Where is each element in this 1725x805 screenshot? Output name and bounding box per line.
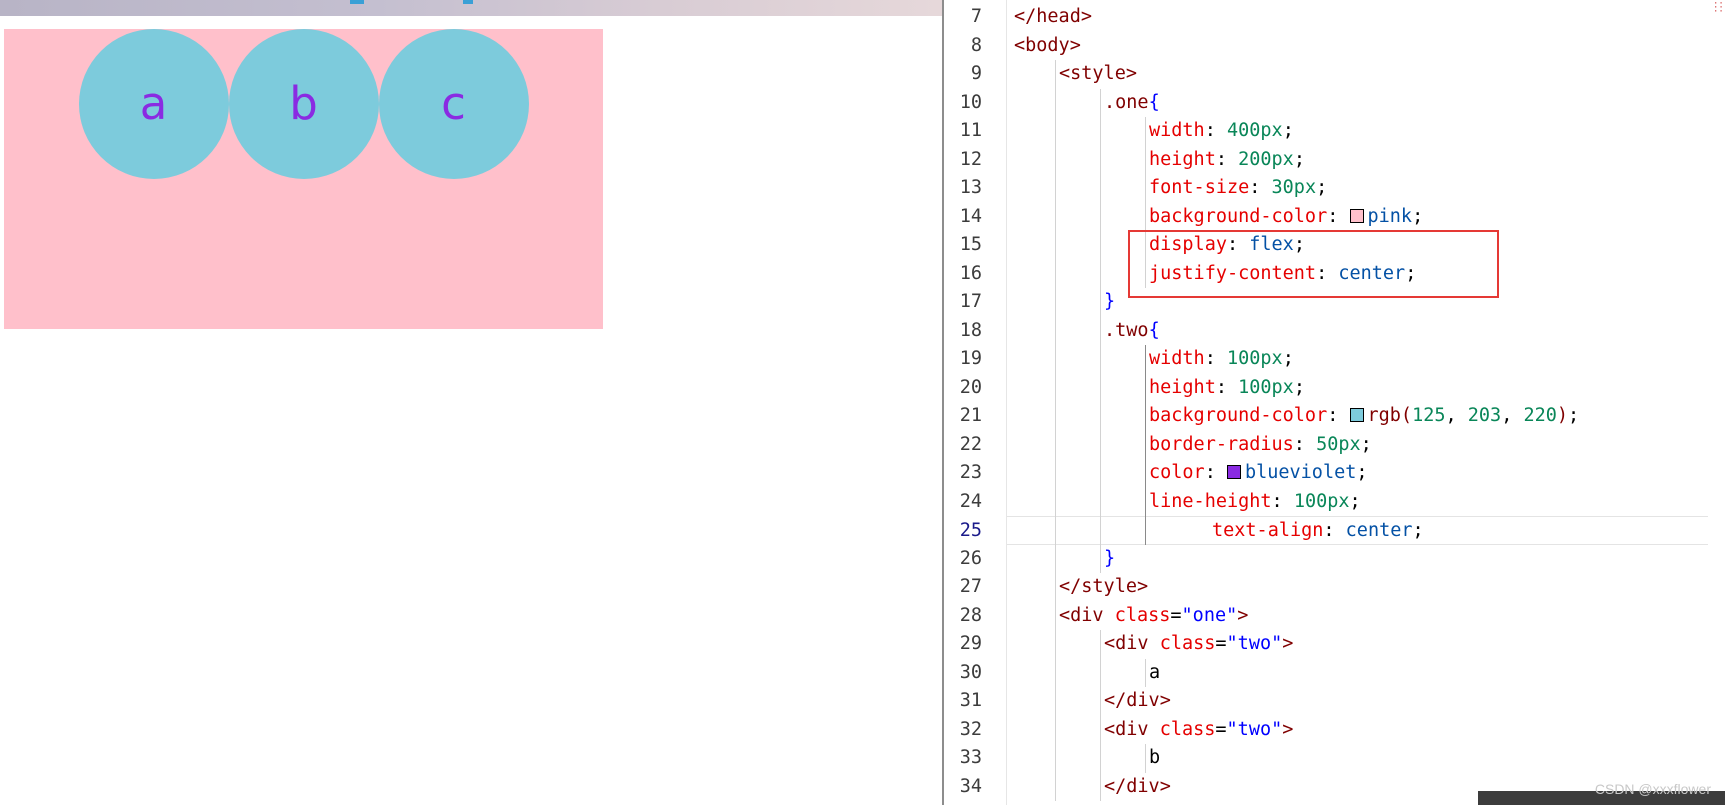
indent-guide (1100, 88, 1101, 573)
code-line[interactable]: 33 b (944, 744, 1725, 773)
highlight-annotation-box (1128, 230, 1499, 298)
color-swatch-icon[interactable] (1349, 208, 1364, 223)
circle-item: c (378, 29, 529, 179)
line-number: 32 (959, 718, 982, 740)
line-number: 21 (959, 405, 982, 426)
line-number: 33 (959, 747, 982, 768)
code-text: width: 400px; (1149, 120, 1294, 141)
code-text: } (1104, 291, 1116, 312)
circle-item: a (78, 29, 229, 179)
code-text: </style> (1059, 576, 1149, 597)
indent-guide (1055, 60, 1056, 801)
code-text: </div> (1104, 775, 1171, 797)
indent-guide (1145, 345, 1146, 545)
line-number: 24 (959, 490, 982, 512)
code-text: .two{ (1104, 319, 1160, 341)
line-number: 29 (959, 633, 982, 654)
code-line[interactable]: 25 text-align: center; (960, 516, 1708, 545)
tab-fragment (350, 0, 364, 4)
code-line[interactable]: 19 width: 100px; (944, 345, 1725, 374)
code-text: <style> (1059, 63, 1137, 84)
code-line[interactable]: 10 .one{ (944, 89, 1725, 118)
watermark: CSDN @xxxflower (1594, 781, 1711, 797)
code-text: background-color: pink; (1149, 205, 1424, 227)
code-line[interactable]: 32 <div class="two"> (944, 716, 1725, 745)
code-line[interactable]: 23 color: blueviolet; (944, 459, 1725, 488)
line-number: 17 (959, 291, 982, 312)
code-text: } (1104, 547, 1116, 569)
code-line[interactable]: 31 </div> (944, 687, 1725, 716)
code-line[interactable]: 7 </head> (944, 3, 1725, 32)
line-number: 26 (959, 547, 982, 569)
code-text: height: 200px; (1149, 148, 1305, 170)
line-number: 34 (959, 775, 982, 797)
code-line[interactable]: 27 </style> (944, 573, 1725, 602)
indent-guide (1145, 658, 1146, 687)
code-text: </head> (1014, 6, 1092, 27)
code-text: color: blueviolet; (1149, 462, 1368, 483)
color-swatch-icon[interactable] (1349, 408, 1364, 422)
code-line[interactable]: 29 <div class="two"> (944, 630, 1725, 659)
line-number: 15 (959, 234, 982, 255)
browser-preview: a b c (0, 0, 942, 805)
line-number: 11 (959, 120, 982, 141)
code-line[interactable]: 12 height: 200px; (944, 146, 1725, 175)
code-text: text-align: center; (1212, 520, 1424, 541)
line-number: 19 (959, 348, 982, 369)
line-number: 12 (959, 148, 982, 170)
code-text: border-radius: 50px; (1149, 433, 1372, 455)
line-number: 16 (959, 262, 982, 284)
code-text: line-height: 100px; (1149, 490, 1361, 512)
line-number: 31 (959, 690, 982, 711)
color-swatch-icon[interactable] (1226, 465, 1241, 479)
code-text: <div class="two"> (1104, 633, 1294, 654)
tab-fragment (463, 0, 473, 4)
indent-guide (1145, 744, 1146, 773)
line-number: 20 (959, 376, 982, 398)
code-line[interactable]: 26} (944, 545, 1725, 574)
code-text: width: 100px; (1149, 348, 1294, 369)
line-number: 10 (959, 91, 982, 113)
code-line[interactable]: 28 <div class="one"> (944, 602, 1725, 631)
code-text: .one{ (1104, 91, 1160, 113)
code-line[interactable]: 9 <style> (944, 60, 1725, 89)
flex-container-one: a b c (4, 29, 603, 329)
code-text: font-size: 30px; (1149, 177, 1328, 198)
code-line[interactable]: 20 height: 100px; (944, 374, 1725, 403)
code-line[interactable]: 14 background-color: pink; (944, 203, 1725, 232)
line-number: 22 (959, 433, 982, 455)
line-number: 14 (959, 205, 982, 227)
line-number: 18 (959, 319, 982, 341)
code-text: <body> (1014, 34, 1081, 56)
code-text: </div> (1104, 690, 1171, 711)
code-text: <div class="one"> (1059, 604, 1249, 626)
code-text: b (1149, 747, 1161, 768)
code-text: height: 100px; (1149, 376, 1305, 398)
code-line[interactable]: 24 line-height: 100px; (944, 488, 1725, 517)
line-number: 28 (959, 604, 982, 626)
code-line[interactable]: 22 border-radius: 50px; (944, 431, 1725, 460)
line-number: 27 (959, 576, 982, 597)
line-number: 9 (970, 63, 982, 84)
circle-item: b (228, 29, 379, 179)
line-number: 8 (970, 34, 982, 56)
code-line[interactable]: 21 background-color: rgb(125, 203, 220); (944, 402, 1725, 431)
line-number: 30 (959, 661, 982, 683)
code-editor[interactable]: ········· 7</head>8<body>9<style>10.one{… (944, 0, 1725, 805)
line-number: 13 (959, 177, 982, 198)
code-line[interactable]: 8 <body> (944, 32, 1725, 61)
line-number: 7 (970, 6, 982, 27)
line-number: 23 (959, 462, 982, 483)
browser-top-strip (0, 0, 942, 16)
code-line[interactable]: 11 width: 400px; (944, 117, 1725, 146)
code-text: background-color: rgb(125, 203, 220); (1149, 405, 1580, 426)
code-line[interactable]: 18 .two{ (944, 317, 1725, 346)
line-number: 25 (959, 520, 982, 541)
indent-guide (1100, 630, 1101, 801)
code-line[interactable]: 30 a (944, 659, 1725, 688)
code-line[interactable]: 13 font-size: 30px; (944, 174, 1725, 203)
code-text: <div class="two"> (1104, 718, 1294, 740)
code-text: a (1149, 661, 1161, 683)
